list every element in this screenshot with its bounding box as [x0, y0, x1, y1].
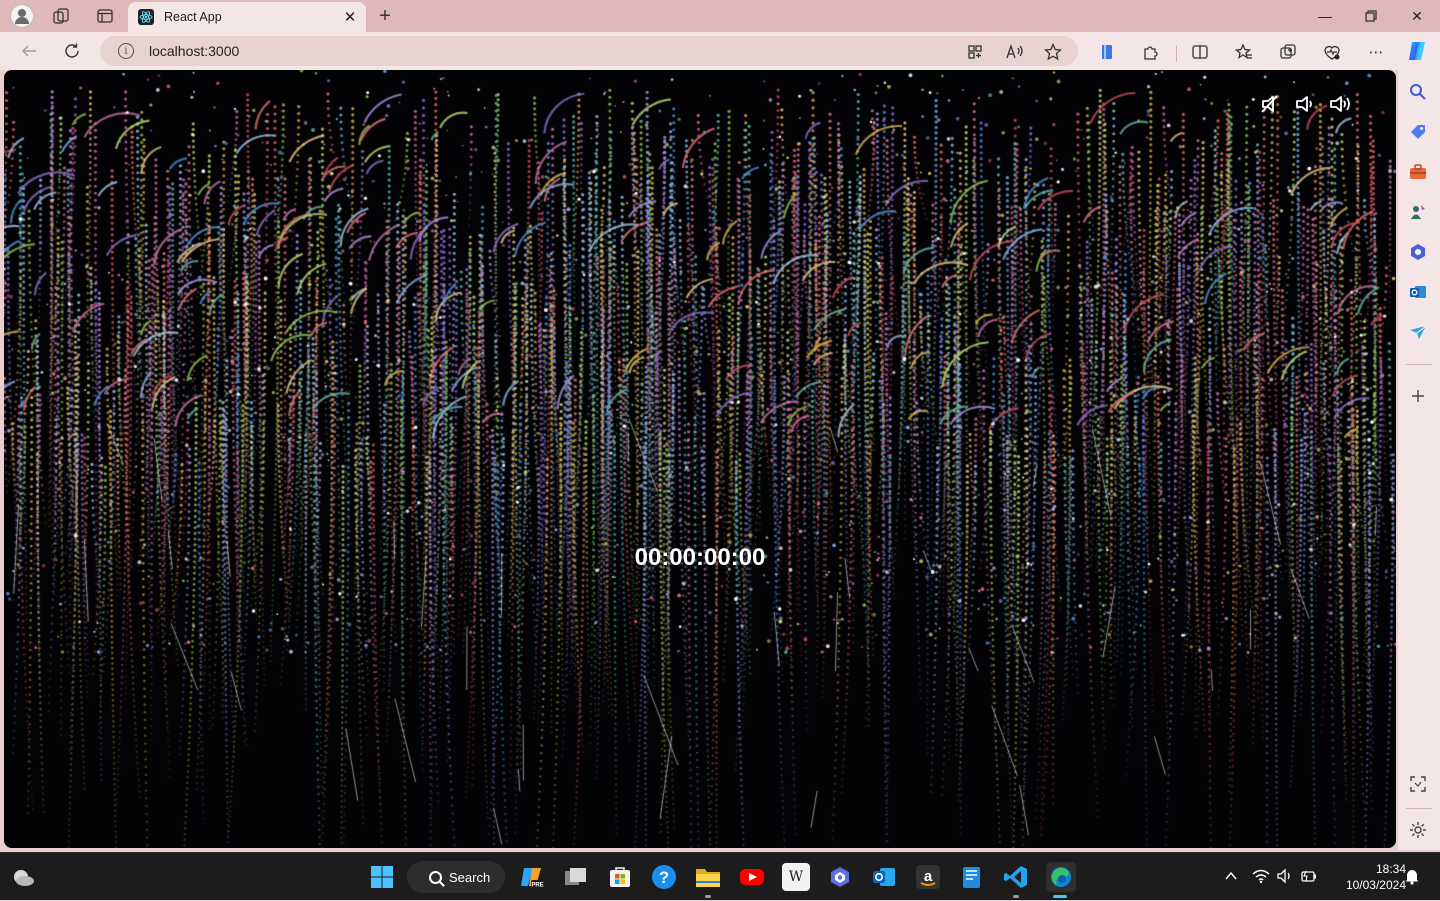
- reload-icon: [65, 43, 79, 58]
- profile-button[interactable]: [8, 0, 36, 32]
- task-view-icon[interactable]: [562, 863, 590, 891]
- outlook-icon[interactable]: [1408, 282, 1428, 302]
- outlook-icon[interactable]: [870, 863, 898, 891]
- address-bar[interactable]: i localhost:3000: [100, 36, 1078, 66]
- svg-text:?: ?: [659, 868, 669, 887]
- back-arrow-icon: [22, 45, 36, 57]
- toolbar-divider: [1176, 46, 1177, 62]
- workspaces-icon: [53, 8, 69, 24]
- react-favicon-icon: [138, 9, 154, 25]
- amazon-icon[interactable]: a: [914, 863, 942, 891]
- books-extension-icon[interactable]: [1097, 42, 1117, 62]
- taskbar-search-label: Search: [449, 869, 491, 885]
- send-icon[interactable]: [1408, 322, 1428, 342]
- speaker-icon[interactable]: [1276, 868, 1294, 884]
- vscode-running-indicator: [1013, 895, 1019, 898]
- favorite-star-icon[interactable]: [1044, 43, 1062, 61]
- wikipedia-icon[interactable]: W: [782, 863, 810, 891]
- tab-react-app[interactable]: React App ✕: [128, 2, 366, 32]
- sidebar-divider-bottom: [1406, 808, 1432, 809]
- favorites-icon[interactable]: [1234, 42, 1254, 62]
- tab-close-icon[interactable]: ✕: [340, 7, 360, 27]
- taskbar-clock[interactable]: 18:34 10/03/2024: [1326, 861, 1406, 893]
- browser-toolbar: i localhost:3000 ⋯: [0, 32, 1440, 70]
- vertical-tabs-icon: [97, 9, 113, 23]
- site-info-icon[interactable]: i: [118, 43, 134, 59]
- file-explorer-icon[interactable]: [694, 863, 722, 891]
- help-icon[interactable]: ?: [650, 863, 678, 891]
- notepad-icon[interactable]: [958, 863, 986, 891]
- app-available-icon[interactable]: [966, 43, 984, 61]
- notifications-bell-icon[interactable]: [1403, 867, 1421, 885]
- copilot-button-icon[interactable]: [1406, 39, 1430, 63]
- windows-taskbar: Search PRE ? W a 18:34 10/03/2024: [0, 852, 1440, 900]
- countdown-timer: 00:00:00:00: [634, 544, 766, 571]
- search-icon: [429, 870, 442, 884]
- profile-avatar-icon: [10, 4, 34, 28]
- collections-icon[interactable]: [1278, 42, 1298, 62]
- youtube-icon[interactable]: [738, 863, 766, 891]
- title-bar: React App ✕ + — ✕: [0, 0, 1440, 32]
- file-explorer-running-indicator: [705, 895, 711, 898]
- tab-actions-button[interactable]: [90, 0, 120, 32]
- store-icon[interactable]: [606, 863, 634, 891]
- address-url[interactable]: localhost:3000: [149, 43, 239, 59]
- workspaces-button[interactable]: [46, 0, 76, 32]
- close-window-button[interactable]: ✕: [1394, 0, 1440, 32]
- add-icon[interactable]: [1408, 386, 1428, 406]
- tab-title: React App: [164, 10, 222, 24]
- clock-time: 18:34: [1375, 862, 1406, 876]
- copilot-pre-icon[interactable]: PRE: [518, 863, 546, 891]
- minimize-button[interactable]: —: [1302, 0, 1348, 32]
- restore-icon: [1365, 10, 1377, 22]
- edge-icon[interactable]: [1046, 862, 1076, 892]
- vscode-icon[interactable]: [1002, 863, 1030, 891]
- copilot-icon[interactable]: [826, 863, 854, 891]
- read-aloud-icon[interactable]: [1006, 43, 1024, 61]
- games-icon[interactable]: [1408, 202, 1428, 222]
- volume-low-icon[interactable]: [1294, 94, 1318, 114]
- more-options-icon[interactable]: ⋯: [1366, 42, 1386, 62]
- screenshot-icon[interactable]: [1408, 774, 1428, 794]
- start-icon: [371, 866, 393, 888]
- reload-button[interactable]: [57, 36, 87, 66]
- sidebar-divider: [1406, 364, 1432, 365]
- tools-icon[interactable]: [1408, 162, 1428, 182]
- taskbar-search[interactable]: Search: [407, 861, 505, 893]
- settings-icon[interactable]: [1408, 820, 1428, 840]
- volume-high-icon[interactable]: [1328, 94, 1352, 114]
- copilot-app-icon[interactable]: [1408, 242, 1428, 262]
- edge-active-indicator: [1053, 895, 1067, 898]
- svg-text:a: a: [924, 868, 933, 885]
- clock-date: 10/03/2024: [1345, 878, 1406, 892]
- browser-essentials-icon[interactable]: [1322, 42, 1342, 62]
- edge-sidebar: [1398, 70, 1440, 850]
- weather-widget-icon[interactable]: [10, 865, 36, 889]
- wifi-icon[interactable]: [1252, 868, 1270, 884]
- fireworks-canvas[interactable]: [4, 70, 1396, 848]
- chevron-up-icon[interactable]: [1224, 869, 1238, 883]
- extensions-icon[interactable]: [1141, 42, 1161, 62]
- wikipedia-letter: W: [788, 869, 804, 885]
- start-button[interactable]: [368, 863, 396, 891]
- mute-icon[interactable]: [1260, 94, 1284, 114]
- shopping-tag-icon[interactable]: [1408, 122, 1428, 142]
- split-screen-icon[interactable]: [1190, 42, 1210, 62]
- new-tab-button[interactable]: +: [372, 4, 398, 28]
- search-icon[interactable]: [1408, 82, 1428, 102]
- battery-icon[interactable]: [1300, 868, 1318, 884]
- back-button[interactable]: [14, 36, 44, 66]
- restore-button[interactable]: [1348, 0, 1394, 32]
- svg-text:PRE: PRE: [531, 883, 543, 889]
- page-viewport: 00:00:00:00: [4, 70, 1396, 848]
